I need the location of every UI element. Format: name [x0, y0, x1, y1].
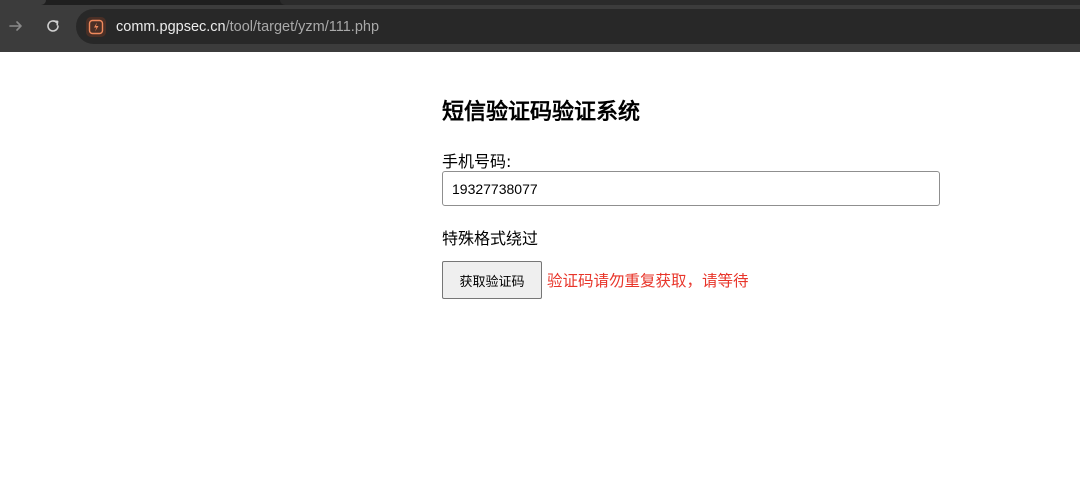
phone-input[interactable] — [442, 171, 940, 206]
inactive-tab[interactable] — [280, 0, 1080, 5]
get-code-button[interactable]: 获取验证码 — [442, 261, 542, 299]
phone-label: 手机号码: — [442, 152, 512, 171]
active-tab[interactable] — [0, 0, 46, 5]
forward-button[interactable] — [4, 14, 28, 38]
lightning-bolt-icon[interactable] — [86, 17, 106, 37]
page-title: 短信验证码验证系统 — [442, 100, 641, 125]
url-path: /tool/target/yzm/111.php — [225, 19, 380, 35]
status-message: 验证码请勿重复获取，请等待 — [547, 272, 749, 290]
browser-toolbar: comm.pgpsec.cn/tool/target/yzm/111.php — [0, 0, 1080, 52]
reload-icon — [47, 20, 59, 32]
tab-strip — [0, 0, 1080, 5]
arrow-right-icon — [9, 21, 22, 31]
url-host: comm.pgpsec.cn — [116, 19, 226, 35]
reload-button[interactable] — [41, 14, 65, 38]
url-text[interactable]: comm.pgpsec.cn/tool/target/yzm/111.php — [116, 17, 379, 37]
address-bar[interactable]: comm.pgpsec.cn/tool/target/yzm/111.php — [76, 9, 1080, 44]
bypass-text: 特殊格式绕过 — [442, 229, 539, 248]
